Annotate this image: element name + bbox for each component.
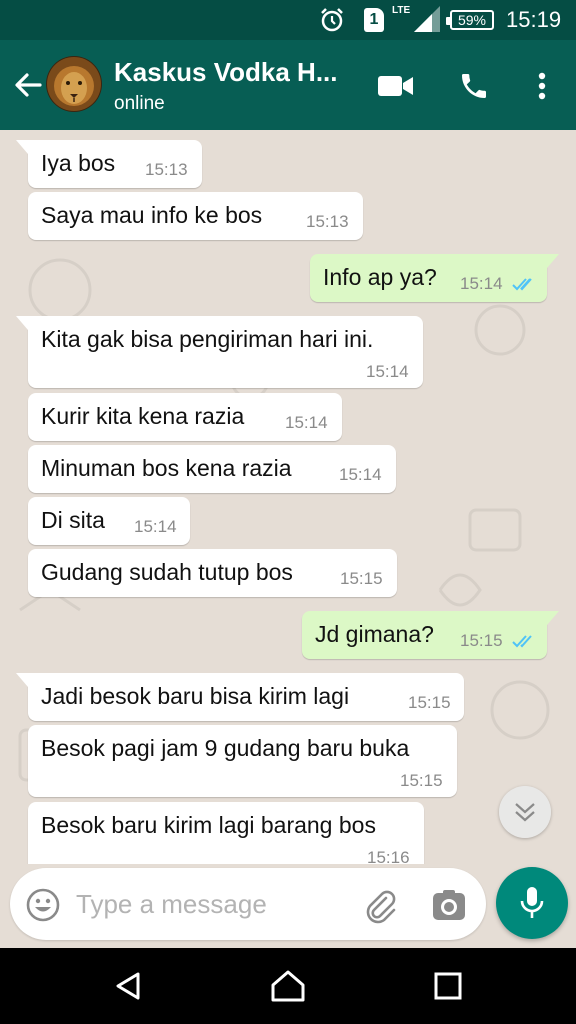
message-text: Besok pagi jam 9 gudang baru buka [41, 735, 410, 761]
battery-icon: 59% [446, 0, 494, 40]
message-bubble-incoming[interactable]: Saya mau info ke bos 15:13 [28, 192, 363, 240]
scroll-down-button[interactable] [499, 786, 551, 838]
composer [0, 864, 576, 948]
video-call-icon[interactable] [376, 66, 416, 106]
message-bubble-outgoing[interactable]: Info ap ya? 15:14 [310, 254, 559, 302]
message-bubble-incoming[interactable]: Besok pagi jam 9 gudang baru buka 15:15 [28, 725, 457, 797]
message-bubble-incoming[interactable]: Besok baru kirim lagi barang bos 15:16 [28, 802, 424, 864]
message-time: 15:15 [400, 771, 443, 790]
message-text: Kita gak bisa pengiriman hari ini. [41, 326, 374, 352]
sim-slot: 1 [364, 8, 384, 32]
message-text: Minuman bos kena razia [41, 455, 292, 481]
message-time: 15:16 [367, 848, 410, 864]
composer-pill [10, 868, 486, 940]
message-time: 15:14 [460, 274, 503, 293]
message-time: 15:13 [306, 212, 349, 231]
camera-icon[interactable] [432, 889, 466, 921]
attach-icon[interactable] [362, 888, 398, 924]
message-list[interactable]: Iya bos 15:13 Saya mau info ke bos 15:13… [0, 130, 576, 864]
message-text: Jadi besok baru bisa kirim lagi [41, 683, 350, 709]
alarm-icon [318, 0, 346, 40]
message-text: Di sita [41, 507, 105, 533]
message-bubble-outgoing[interactable]: Jd gimana? 15:15 [302, 611, 559, 659]
avatar[interactable] [46, 56, 102, 112]
scroll-down-icon [515, 803, 535, 822]
message-time: 15:13 [145, 160, 188, 179]
message-bubble-incoming[interactable]: Iya bos 15:13 [16, 140, 202, 188]
message-text: Gudang sudah tutup bos [41, 559, 293, 585]
message-time: 15:15 [460, 631, 503, 650]
message-time: 15:14 [339, 465, 382, 484]
system-nav-bar [0, 948, 576, 1024]
message-text: Saya mau info ke bos [41, 202, 263, 228]
clock: 15:19 [506, 7, 562, 32]
message-bubble-incoming[interactable]: Gudang sudah tutup bos 15:15 [28, 549, 397, 597]
message-text: Besok baru kirim lagi barang bos [41, 812, 376, 838]
sim-icon: 1 [364, 0, 384, 40]
phone-icon[interactable] [454, 66, 494, 106]
signal-icon: LTE [392, 2, 441, 42]
mic-button[interactable] [496, 867, 568, 939]
message-bubble-incoming[interactable]: Minuman bos kena razia 15:14 [28, 445, 396, 493]
message-bubble-incoming[interactable]: Jadi besok baru bisa kirim lagi 15:15 [16, 673, 464, 721]
chat-status: online [114, 93, 165, 114]
chat-title[interactable]: Kaskus Vodka H... [114, 57, 354, 88]
chat-header: Kaskus Vodka H... online [0, 40, 576, 130]
mic-icon [520, 887, 544, 918]
nav-recent-icon[interactable] [428, 966, 468, 1006]
message-text: Kurir kita kena razia [41, 403, 245, 429]
emoji-icon[interactable] [26, 888, 60, 922]
battery-level: 59% [457, 12, 487, 28]
read-receipt-icon [512, 635, 532, 648]
network-type: LTE [392, 5, 411, 16]
message-bubble-incoming[interactable]: Kita gak bisa pengiriman hari ini. 15:14 [16, 316, 423, 388]
message-bubble-incoming[interactable]: Kurir kita kena razia 15:14 [28, 393, 342, 441]
nav-home-icon[interactable] [268, 966, 308, 1006]
message-time: 15:15 [408, 693, 451, 712]
message-bubble-incoming[interactable]: Di sita 15:14 [28, 497, 190, 545]
message-time: 15:14 [134, 517, 177, 536]
message-time: 15:15 [340, 569, 383, 588]
message-text: Jd gimana? [315, 621, 434, 647]
message-text: Info ap ya? [323, 264, 437, 290]
read-receipt-icon [512, 278, 532, 291]
message-input[interactable] [76, 882, 356, 926]
nav-back-icon[interactable] [108, 966, 148, 1006]
status-bar: 1 LTE 59% 15:19 [0, 0, 576, 40]
back-arrow-icon[interactable] [8, 65, 48, 105]
message-time: 15:14 [285, 413, 328, 432]
message-text: Iya bos [41, 150, 116, 176]
message-time: 15:14 [366, 362, 409, 381]
more-vert-icon[interactable] [522, 66, 562, 106]
